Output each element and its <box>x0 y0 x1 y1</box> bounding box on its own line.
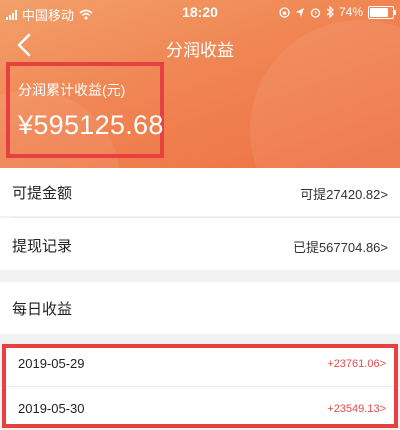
nav-bar: 分润收益 <box>0 28 400 64</box>
daily-records-list: 2019-05-29 +23761.06> 2019-05-30 +23549.… <box>2 344 398 428</box>
page-title: 分润收益 <box>166 41 234 60</box>
withdrawable-label: 可提金额 <box>12 185 73 202</box>
withdrawable-value: 可提27420.82> <box>300 187 388 202</box>
withdraw-records-label: 提现记录 <box>12 238 73 255</box>
lock-rotation-icon <box>279 6 290 18</box>
daily-earnings-row[interactable]: 每日收益 <box>0 282 400 334</box>
withdrawable-row[interactable]: 可提金额 可提27420.82> <box>0 168 400 216</box>
list-item[interactable]: 2019-05-29 +23761.06> <box>6 348 394 387</box>
battery-percent: 74% <box>338 5 363 19</box>
record-amount: +23761.06> <box>327 358 386 370</box>
total-earnings-amount: ¥595125.68 <box>18 110 164 140</box>
record-amount: +23549.13> <box>327 403 386 415</box>
list-item[interactable]: 2019-05-30 +23549.13> <box>6 387 394 425</box>
status-bar: 中国移动 18:20 74% <box>0 0 400 26</box>
withdraw-records-value: 已提567704.86> <box>292 240 388 255</box>
battery-icon <box>368 5 396 19</box>
total-earnings-label: 分润累计收益(元) <box>18 82 126 98</box>
record-date: 2019-05-30 <box>18 401 85 416</box>
header-banner: 中国移动 18:20 74% 分润收益 分润累计收益(元) ¥595125.68 <box>0 0 400 168</box>
total-earnings-card: 分润累计收益(元) ¥595125.68 <box>6 62 164 158</box>
withdraw-records-row[interactable]: 提现记录 已提567704.86> <box>0 218 400 270</box>
record-date: 2019-05-29 <box>18 356 85 371</box>
location-icon <box>295 7 304 17</box>
daily-earnings-label: 每日收益 <box>12 301 73 318</box>
bluetooth-icon <box>326 6 334 18</box>
alarm-icon <box>310 7 321 18</box>
